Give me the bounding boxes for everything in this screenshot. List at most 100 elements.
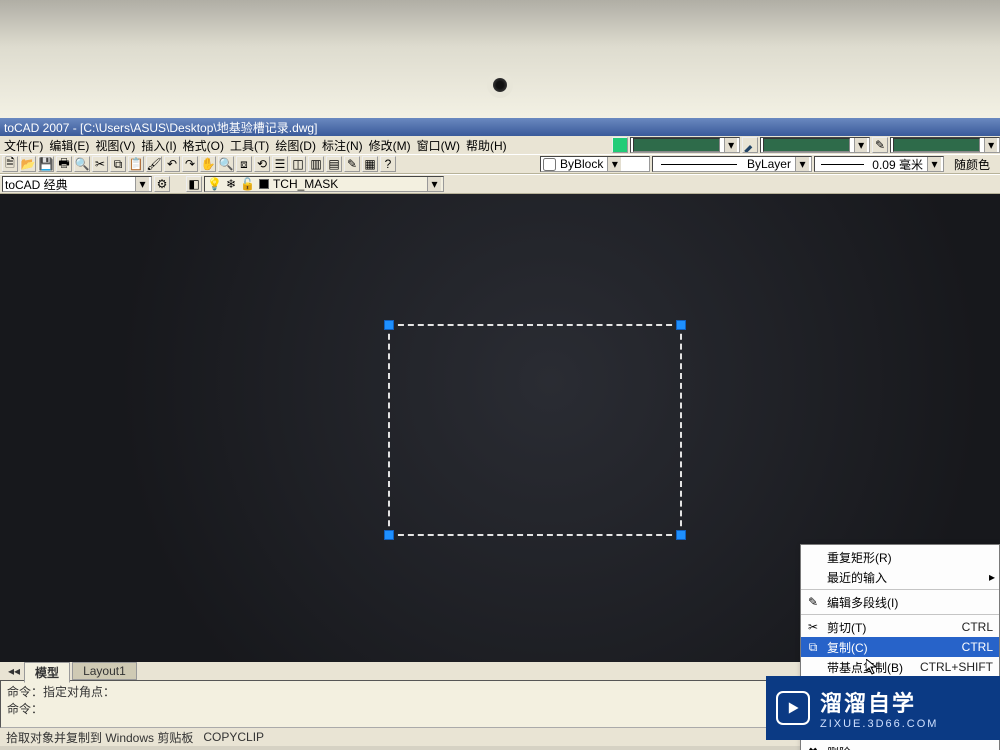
- scissors-icon: ✂: [805, 619, 821, 635]
- watermark-title: 溜溜自学: [820, 686, 938, 718]
- laptop-camera: [493, 78, 507, 92]
- selected-rectangle[interactable]: [388, 324, 682, 536]
- pan-icon[interactable]: ✋: [200, 156, 216, 172]
- linetype-value: ByLayer: [747, 157, 791, 171]
- color-swatch-2: [763, 138, 850, 152]
- menu-copy-with-base[interactable]: 带基点复制(B)CTRL+SHIFT: [801, 657, 999, 677]
- mouse-cursor-icon: [866, 659, 882, 675]
- grip-top-left[interactable]: [384, 320, 394, 330]
- toolpalettes-icon[interactable]: ▥: [308, 156, 324, 172]
- properties-icon[interactable]: ☰: [272, 156, 288, 172]
- color-swatch-3: [893, 138, 980, 152]
- menu-format[interactable]: 格式(O): [183, 137, 224, 154]
- laptop-bezel: [0, 0, 1000, 118]
- zoom-realtime-icon[interactable]: 🔍: [218, 156, 234, 172]
- paste-icon[interactable]: 📋: [128, 156, 144, 172]
- grip-top-right[interactable]: [676, 320, 686, 330]
- help-icon[interactable]: ?: [380, 156, 396, 172]
- layer-on-icon: 💡: [207, 177, 222, 191]
- color-byblock-dropdown[interactable]: ByBlock ▾: [540, 156, 650, 172]
- color-dropdown-2[interactable]: ▾: [760, 137, 870, 153]
- tab-model[interactable]: 模型: [24, 662, 70, 683]
- layer-freeze-icon: ❄: [226, 177, 236, 191]
- menu-window[interactable]: 窗口(W): [417, 137, 460, 154]
- pencil-icon: ✎: [805, 594, 821, 610]
- wizard-icon[interactable]: ✎: [872, 137, 888, 153]
- sheetset-icon[interactable]: ▤: [326, 156, 342, 172]
- color-swatch-1: [633, 138, 720, 152]
- status-command: COPYCLIP: [203, 730, 264, 744]
- menu-help[interactable]: 帮助(H): [466, 137, 507, 154]
- plot-preview-icon[interactable]: 🔍: [74, 156, 90, 172]
- menu-recent-input[interactable]: 最近的输入▸: [801, 567, 999, 587]
- watermark-badge: 溜溜自学 ZIXUE.3D66.COM: [766, 676, 1000, 740]
- layer-props-icon[interactable]: ◧: [186, 176, 202, 192]
- menu-pedit[interactable]: ✎编辑多段线(I): [801, 592, 999, 612]
- redo-icon[interactable]: ↷: [182, 156, 198, 172]
- layer-name: TCH_MASK: [273, 177, 338, 191]
- chevron-down-icon: ▾: [135, 177, 149, 191]
- menu-view[interactable]: 视图(V): [95, 137, 135, 154]
- menu-tools[interactable]: 工具(T): [230, 137, 269, 154]
- menu-cut[interactable]: ✂剪切(T)CTRL: [801, 617, 999, 637]
- zoom-window-icon[interactable]: ⧈: [236, 156, 252, 172]
- layer-color-icon: [259, 179, 269, 189]
- menu-file[interactable]: 文件(F): [4, 137, 43, 154]
- menu-dim[interactable]: 标注(N): [322, 137, 363, 154]
- cut-icon[interactable]: ✂: [92, 156, 108, 172]
- copy-sheets-icon: ⧉: [805, 639, 821, 655]
- watermark-subtitle: ZIXUE.3D66.COM: [820, 718, 938, 730]
- erase-icon: ✖: [805, 744, 821, 750]
- markup-icon[interactable]: ✎: [344, 156, 360, 172]
- color-dropdown-3[interactable]: ▾: [890, 137, 1000, 153]
- color-dropdown-1[interactable]: ▾: [630, 137, 740, 153]
- menu-draw[interactable]: 绘图(D): [275, 137, 316, 154]
- menu-insert[interactable]: 插入(I): [141, 137, 176, 154]
- calc-icon[interactable]: ▦: [362, 156, 378, 172]
- grip-bottom-right[interactable]: [676, 530, 686, 540]
- brush-icon[interactable]: [742, 137, 758, 153]
- zoom-prev-icon[interactable]: ⟲: [254, 156, 270, 172]
- lineweight-dropdown[interactable]: 0.09 毫米 ▾: [814, 156, 944, 172]
- byblock-label: ByBlock: [560, 157, 603, 171]
- layer-dropdown[interactable]: 💡 ❄ 🔓 TCH_MASK ▾: [204, 176, 444, 192]
- submenu-arrow-icon: ▸: [989, 570, 995, 584]
- layer-lock-icon: 🔓: [240, 177, 255, 191]
- designcenter-icon[interactable]: ◫: [290, 156, 306, 172]
- undo-icon[interactable]: ↶: [164, 156, 180, 172]
- chevron-down-icon: ▾: [984, 138, 997, 152]
- chevron-down-icon: ▾: [724, 138, 737, 152]
- chevron-down-icon: ▾: [795, 157, 809, 171]
- workspace-dropdown[interactable]: toCAD 经典 ▾: [2, 176, 152, 192]
- lineweight-value: 0.09 毫米: [872, 156, 923, 173]
- color-swatch-1-button[interactable]: [612, 137, 628, 153]
- tabs-scroll-left-icon[interactable]: ◂◂: [8, 664, 20, 678]
- menu-copy[interactable]: ⧉复制(C)CTRL: [801, 637, 999, 657]
- drawing-canvas[interactable]: 重复矩形(R) 最近的输入▸ ✎编辑多段线(I) ✂剪切(T)CTRL ⧉复制(…: [0, 194, 1000, 662]
- play-icon: [776, 691, 810, 725]
- window-titlebar: toCAD 2007 - [C:\Users\ASUS\Desktop\地基验槽…: [0, 118, 1000, 136]
- new-icon[interactable]: 🗎: [2, 156, 18, 172]
- menu-repeat-rectangle[interactable]: 重复矩形(R): [801, 547, 999, 567]
- chevron-down-icon: ▾: [927, 157, 941, 171]
- bycolor-button[interactable]: 随颜色: [946, 156, 998, 173]
- status-hint: 拾取对象并复制到 Windows 剪贴板: [6, 729, 193, 746]
- menu-edit[interactable]: 编辑(E): [49, 137, 89, 154]
- window-title: toCAD 2007 - [C:\Users\ASUS\Desktop\地基验槽…: [4, 119, 317, 136]
- chevron-down-icon: ▾: [427, 177, 441, 191]
- workspace-settings-icon[interactable]: ⚙: [154, 176, 170, 192]
- chevron-down-icon: ▾: [854, 138, 867, 152]
- matchprop-icon[interactable]: 🖌: [146, 156, 162, 172]
- grip-bottom-left[interactable]: [384, 530, 394, 540]
- menu-bar: 文件(F) 编辑(E) 视图(V) 插入(I) 格式(O) 工具(T) 绘图(D…: [0, 136, 1000, 154]
- copy-icon[interactable]: ⧉: [110, 156, 126, 172]
- byblock-checkbox[interactable]: [543, 158, 556, 171]
- save-icon[interactable]: 💾: [38, 156, 54, 172]
- menu-erase[interactable]: ✖删除: [801, 742, 999, 750]
- linetype-dropdown[interactable]: ByLayer ▾: [652, 156, 812, 172]
- open-icon[interactable]: 📂: [20, 156, 36, 172]
- menu-modify[interactable]: 修改(M): [369, 137, 411, 154]
- tab-layout1[interactable]: Layout1: [72, 662, 137, 680]
- print-icon[interactable]: 🖶: [56, 156, 72, 172]
- workspace-toolbar: toCAD 经典 ▾ ⚙ ◧ 💡 ❄ 🔓 TCH_MASK ▾: [0, 174, 1000, 194]
